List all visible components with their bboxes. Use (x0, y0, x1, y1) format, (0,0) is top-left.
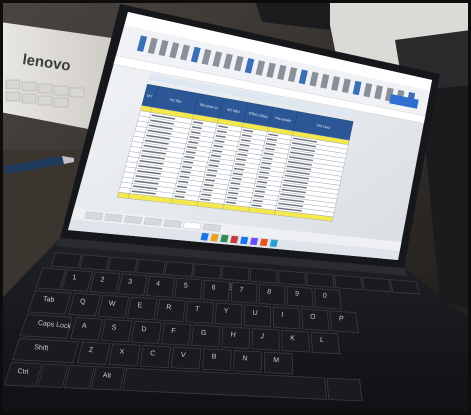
key-label: M (273, 357, 280, 365)
key-u (243, 304, 272, 328)
key-n (233, 350, 263, 373)
key-t (185, 300, 215, 324)
key-label: 0 (322, 293, 327, 300)
photo-scene: lenovo STT HỌ TÊN TÊN ĐƠN VỊ SỐ TIỀN TỔNG CỘ… (0, 0, 471, 415)
number-key-3 (117, 273, 148, 296)
function-key (333, 274, 363, 291)
sheet-tab (123, 215, 143, 224)
function-key (136, 258, 166, 275)
function-key (221, 265, 250, 282)
key-f (160, 322, 192, 346)
function-key (389, 279, 420, 295)
function-key (361, 276, 392, 293)
key-label: 8 (267, 289, 272, 296)
key-label: R (166, 304, 172, 311)
right-alt-key (326, 377, 363, 402)
sheet-tab (104, 213, 123, 222)
number-key-6 (202, 279, 230, 302)
key-c (139, 344, 172, 369)
number-key-7 (230, 281, 258, 304)
key-label: G (201, 330, 207, 338)
function-key (107, 256, 138, 273)
number-key-1 (61, 269, 93, 292)
key-l (310, 331, 341, 355)
key-y (214, 302, 243, 326)
function-key (306, 272, 335, 288)
key-i (272, 306, 301, 330)
key-label: N (242, 355, 248, 362)
key-v (170, 346, 202, 370)
key-label: L (320, 337, 325, 344)
number-key-2 (89, 271, 121, 294)
number-key-8 (259, 283, 286, 306)
function-key (278, 270, 306, 286)
key-b (201, 348, 232, 372)
key-label: 5 (183, 282, 188, 289)
key-h (221, 326, 250, 350)
key-s (100, 318, 133, 343)
key-z (76, 341, 111, 365)
key-label: C (150, 350, 156, 357)
key-k (281, 329, 311, 353)
function-key (50, 252, 82, 269)
key-label: 3 (128, 278, 133, 285)
key-m (264, 351, 294, 375)
number-key-9 (286, 285, 314, 308)
key-label: U (252, 310, 258, 317)
function-key (164, 261, 194, 278)
key-d (130, 320, 162, 345)
key-label: Ctrl (17, 368, 29, 376)
key-x (108, 343, 141, 367)
function-key (79, 254, 110, 271)
key-e (126, 296, 158, 321)
function-key (193, 263, 222, 280)
sheet-tab (84, 211, 104, 221)
windows-key (63, 364, 95, 390)
key-label: 2 (100, 276, 105, 283)
key-label: 4 (156, 280, 161, 287)
key-p (329, 310, 359, 334)
key-a (70, 317, 104, 341)
key-label: F (171, 328, 176, 335)
key-o (301, 308, 330, 332)
photo-canvas: lenovo STTHỌ TÊNTÊN ĐƠN VỊSỐ TIỀNTỔNG CỘ… (0, 0, 471, 415)
key-label: D (141, 326, 147, 333)
number-key-4 (145, 275, 176, 298)
key-label: H (230, 331, 236, 338)
key-label: J (260, 333, 264, 340)
table-cell (117, 191, 130, 199)
number-key-0 (314, 288, 342, 310)
key-label: 9 (295, 291, 300, 298)
key-label: Alt (102, 372, 111, 380)
key-label: W (108, 300, 116, 308)
key-label: Shift (34, 344, 49, 352)
key-label: 6 (211, 284, 216, 291)
key-j (251, 328, 280, 351)
function-key (250, 267, 278, 284)
number-key-5 (174, 277, 203, 300)
key-label: Tab (43, 296, 55, 304)
